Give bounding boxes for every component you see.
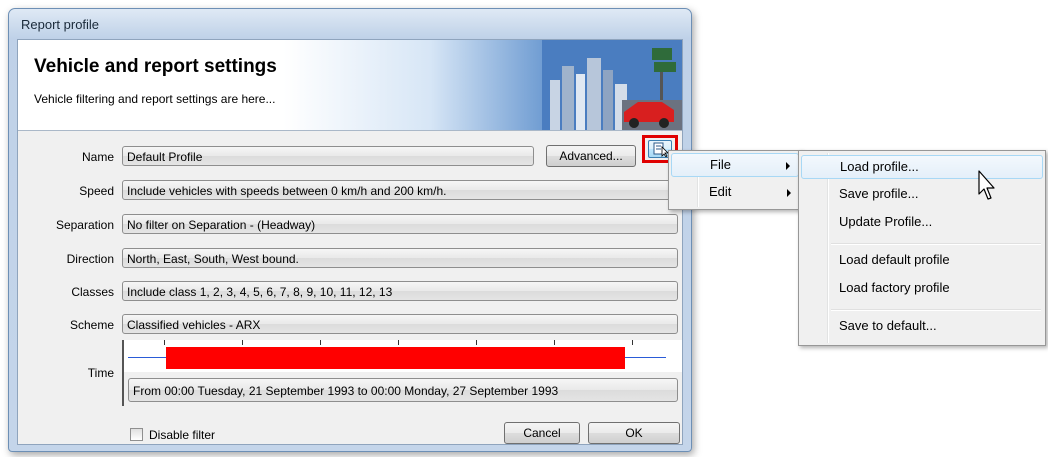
direction-label: Direction	[66, 252, 114, 266]
file-submenu: Load profile... Save profile... Update P…	[798, 150, 1046, 346]
time-range-selector[interactable]	[122, 340, 682, 372]
name-field[interactable]: Default Profile	[122, 146, 534, 166]
header-banner: Vehicle and report settings Vehicle filt…	[18, 40, 682, 131]
disable-filter-checkbox[interactable]	[130, 428, 143, 441]
timeline-tick	[164, 340, 165, 345]
menu-item-load-profile[interactable]: Load profile...	[801, 155, 1043, 179]
menu-separator	[831, 309, 1041, 311]
menu-item-save-profile[interactable]: Save profile...	[801, 183, 1043, 207]
timeline-tick	[476, 340, 477, 345]
submenu-arrow-icon	[786, 162, 790, 170]
name-label: Name	[81, 150, 114, 164]
classes-field[interactable]: Include class 1, 2, 3, 4, 5, 6, 7, 8, 9,…	[122, 281, 678, 301]
time-range-field[interactable]: From 00:00 Tuesday, 21 September 1993 to…	[128, 378, 678, 402]
header-subtitle: Vehicle filtering and report settings ar…	[34, 92, 276, 106]
time-selection-bar[interactable]	[165, 347, 625, 369]
city-skyline-icon	[542, 40, 682, 130]
menu-item-update-profile[interactable]: Update Profile...	[801, 211, 1043, 235]
ok-button[interactable]: OK	[588, 422, 680, 444]
classes-label: Classes	[71, 285, 114, 299]
disable-filter-label[interactable]: Disable filter	[149, 428, 215, 442]
menu-item-edit-label: Edit	[709, 184, 732, 199]
report-profile-dialog: Report profile Vehicle and report settin…	[8, 8, 692, 452]
scheme-label: Scheme	[69, 318, 114, 332]
profile-context-menu: File Edit	[668, 150, 802, 210]
window-title: Report profile	[21, 17, 100, 32]
separation-field[interactable]: No filter on Separation - (Headway)	[122, 214, 678, 234]
title-bar[interactable]: Report profile	[9, 9, 691, 37]
speed-label: Speed	[79, 184, 114, 198]
timeline-tick	[554, 340, 555, 345]
menu-separator	[831, 243, 1041, 245]
menu-item-save-to-default[interactable]: Save to default...	[801, 315, 1043, 339]
time-label: Time	[87, 366, 114, 380]
time-bracket	[122, 340, 124, 406]
menu-item-load-default-profile[interactable]: Load default profile	[801, 249, 1043, 273]
timeline-tick	[320, 340, 321, 345]
cancel-button[interactable]: Cancel	[504, 422, 580, 444]
dialog-client-area: Vehicle and report settings Vehicle filt…	[17, 39, 683, 445]
timeline-tick	[632, 340, 633, 345]
submenu-arrow-icon	[787, 189, 791, 197]
menu-item-load-factory-profile[interactable]: Load factory profile	[801, 277, 1043, 301]
separation-label: Separation	[55, 218, 114, 232]
menu-item-file[interactable]: File	[671, 153, 799, 177]
timeline-tick	[398, 340, 399, 345]
menu-item-file-label: File	[710, 157, 731, 172]
timeline-tick	[242, 340, 243, 345]
direction-field[interactable]: North, East, South, West bound.	[122, 248, 678, 268]
advanced-button[interactable]: Advanced...	[546, 145, 636, 167]
header-title: Vehicle and report settings	[34, 56, 277, 77]
menu-item-edit[interactable]: Edit	[671, 181, 799, 205]
mouse-cursor-icon	[978, 170, 995, 200]
scheme-field[interactable]: Classified vehicles - ARX	[122, 314, 678, 334]
speed-field[interactable]: Include vehicles with speeds between 0 k…	[122, 180, 678, 200]
